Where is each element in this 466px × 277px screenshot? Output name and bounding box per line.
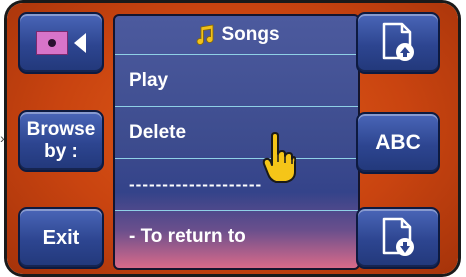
source-button[interactable] — [18, 12, 104, 74]
menu-item-label: -------------------- — [129, 174, 263, 194]
menu-item-label: Delete — [129, 121, 187, 143]
scroll-up-button[interactable] — [356, 12, 440, 74]
exit-label: Exit — [42, 226, 80, 249]
hand-pointer-icon — [262, 132, 296, 183]
music-note-icon — [197, 24, 214, 45]
menu-item-separator[interactable]: -------------------- — [115, 159, 358, 211]
scroll-down-button[interactable] — [356, 207, 440, 269]
abc-button[interactable]: ABC — [356, 112, 440, 174]
file-up-icon — [382, 22, 414, 61]
cd-source-icon — [36, 31, 68, 55]
side-arrow-icon: › — [0, 130, 5, 146]
menu-item-delete[interactable]: Delete — [115, 107, 358, 159]
device-screen: Browse by : Exit Songs Play Delete -----… — [7, 3, 458, 274]
abc-label: ABC — [375, 131, 421, 154]
menu-item-play[interactable]: Play — [115, 55, 358, 107]
browse-by-button[interactable]: Browse by : — [18, 110, 104, 172]
browse-label-line2: by : — [44, 141, 78, 162]
songs-menu: Songs Play Delete -------------------- -… — [113, 14, 360, 270]
menu-item-label: - To return to — [129, 226, 246, 247]
menu-item-label: Play — [129, 69, 169, 91]
browse-label: Browse by : — [27, 119, 96, 163]
exit-button[interactable]: Exit — [18, 207, 104, 269]
menu-header: Songs — [115, 16, 358, 55]
file-down-icon — [382, 217, 414, 256]
menu-item-return[interactable]: - To return to — [115, 211, 358, 263]
browse-label-line1: Browse — [26, 119, 96, 140]
menu-title: Songs — [221, 24, 280, 45]
left-triangle-icon — [74, 33, 86, 53]
